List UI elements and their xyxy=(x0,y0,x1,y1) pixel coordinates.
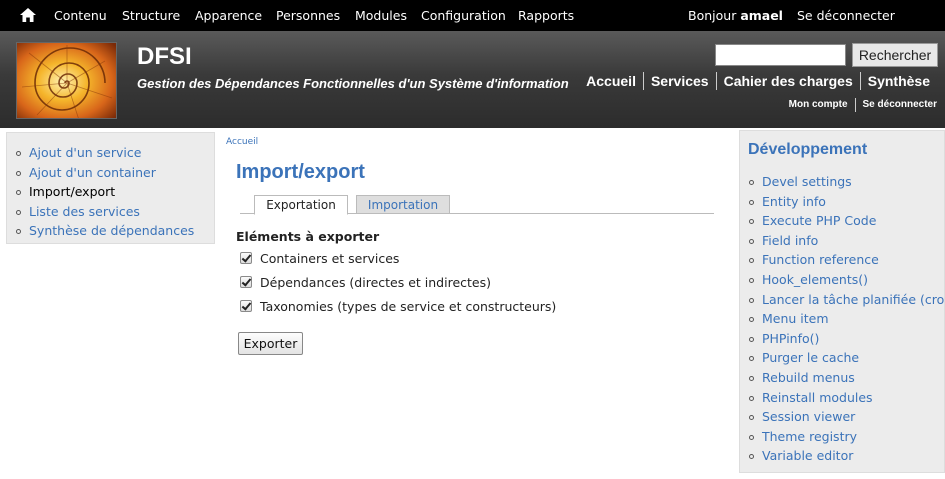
checkbox-row: Containers et services xyxy=(240,249,399,267)
dev-link-variable-editor[interactable]: Variable editor xyxy=(748,446,945,466)
tab-exportation[interactable]: Exportation xyxy=(254,195,348,215)
primary-link-synthese[interactable]: Synthèse xyxy=(859,72,937,90)
primary-link-accueil[interactable]: Accueil xyxy=(579,72,643,90)
breadcrumb[interactable]: Accueil xyxy=(226,137,258,147)
greeting-text: Bonjour xyxy=(688,8,737,23)
dev-link-cron[interactable]: Lancer la tâche planifiée (cron) xyxy=(748,290,945,310)
checkbox-dependances[interactable] xyxy=(240,276,252,288)
primary-link-services[interactable]: Services xyxy=(642,72,716,90)
toolbar-item-contenu[interactable]: Contenu xyxy=(54,8,107,23)
secondary-link-se-deconnecter[interactable]: Se déconnecter xyxy=(854,98,937,112)
dev-link-execute-php[interactable]: Execute PHP Code xyxy=(748,211,945,231)
sidebar-item-import-export[interactable]: Import/export xyxy=(15,182,214,202)
tabs: Exportation Importation xyxy=(240,195,714,215)
dev-link-rebuild-menus[interactable]: Rebuild menus xyxy=(748,368,945,388)
sidebar-item-ajout-container[interactable]: Ajout d'un container xyxy=(15,163,214,183)
checkbox-label[interactable]: Containers et services xyxy=(260,251,399,266)
checkbox-label[interactable]: Taxonomies (types de service et construc… xyxy=(260,299,556,314)
username[interactable]: amael xyxy=(740,8,783,23)
sidebar-item-synthese-dependances[interactable]: Synthèse de dépendances xyxy=(15,221,214,241)
page-title: Import/export xyxy=(236,161,365,183)
dev-link-field-info[interactable]: Field info xyxy=(748,231,945,251)
site-header: DFSI Gestion des Dépendances Fonctionnel… xyxy=(0,31,945,128)
toolbar-logout-link[interactable]: Se déconnecter xyxy=(797,8,895,23)
checkbox-label[interactable]: Dépendances (directes et indirectes) xyxy=(260,275,491,290)
development-block-title: Développement xyxy=(748,141,868,158)
toolbar-item-modules[interactable]: Modules xyxy=(355,8,407,23)
right-sidebar: Développement Devel settings Entity info… xyxy=(739,130,945,473)
dev-link-menu-item[interactable]: Menu item xyxy=(748,309,945,329)
checkbox-taxonomies[interactable] xyxy=(240,300,252,312)
toolbar-item-personnes[interactable]: Personnes xyxy=(276,8,340,23)
site-logo[interactable] xyxy=(16,42,117,119)
toolbar-item-apparence[interactable]: Apparence xyxy=(195,8,262,23)
toolbar-greeting: Bonjour amael xyxy=(688,8,783,23)
toolbar-item-structure[interactable]: Structure xyxy=(122,8,180,23)
dev-link-entity-info[interactable]: Entity info xyxy=(748,192,945,212)
search-button[interactable]: Rechercher xyxy=(852,43,938,67)
home-icon[interactable] xyxy=(20,8,36,22)
dev-link-function-reference[interactable]: Function reference xyxy=(748,250,945,270)
sidebar-item-ajout-service[interactable]: Ajout d'un service xyxy=(15,143,214,163)
search-input[interactable] xyxy=(715,44,846,66)
toolbar-item-rapports[interactable]: Rapports xyxy=(518,8,574,23)
left-sidebar-menu: Ajout d'un service Ajout d'un container … xyxy=(15,143,214,241)
primary-link-cahier-des-charges[interactable]: Cahier des charges xyxy=(715,72,860,90)
dev-link-devel-settings[interactable]: Devel settings xyxy=(748,172,945,192)
secondary-link-mon-compte[interactable]: Mon compte xyxy=(782,98,855,112)
dev-link-phpinfo[interactable]: PHPinfo() xyxy=(748,329,945,349)
site-name[interactable]: DFSI xyxy=(137,43,192,71)
dev-link-session-viewer[interactable]: Session viewer xyxy=(748,407,945,427)
dev-link-hook-elements[interactable]: Hook_elements() xyxy=(748,270,945,290)
checkbox-row: Dépendances (directes et indirectes) xyxy=(240,273,491,291)
sidebar-item-liste-services[interactable]: Liste des services xyxy=(15,202,214,222)
dev-link-reinstall-modules[interactable]: Reinstall modules xyxy=(748,388,945,408)
secondary-nav: Mon compte Se déconnecter xyxy=(782,98,937,112)
dev-link-purger-cache[interactable]: Purger le cache xyxy=(748,348,945,368)
left-sidebar: Ajout d'un service Ajout d'un container … xyxy=(6,132,215,244)
tab-importation[interactable]: Importation xyxy=(356,195,450,214)
dev-link-theme-registry[interactable]: Theme registry xyxy=(748,427,945,447)
primary-nav: Accueil Services Cahier des charges Synt… xyxy=(579,72,937,90)
toolbar-item-configuration[interactable]: Configuration xyxy=(421,8,506,23)
checkbox-containers-services[interactable] xyxy=(240,252,252,264)
elements-heading: Eléments à exporter xyxy=(236,229,380,244)
site-slogan: Gestion des Dépendances Fonctionnelles d… xyxy=(137,76,569,91)
admin-toolbar: Contenu Structure Apparence Personnes Mo… xyxy=(0,0,945,31)
development-menu: Devel settings Entity info Execute PHP C… xyxy=(748,172,945,466)
export-button[interactable]: Exporter xyxy=(238,332,303,355)
checkbox-row: Taxonomies (types de service et construc… xyxy=(240,297,556,315)
